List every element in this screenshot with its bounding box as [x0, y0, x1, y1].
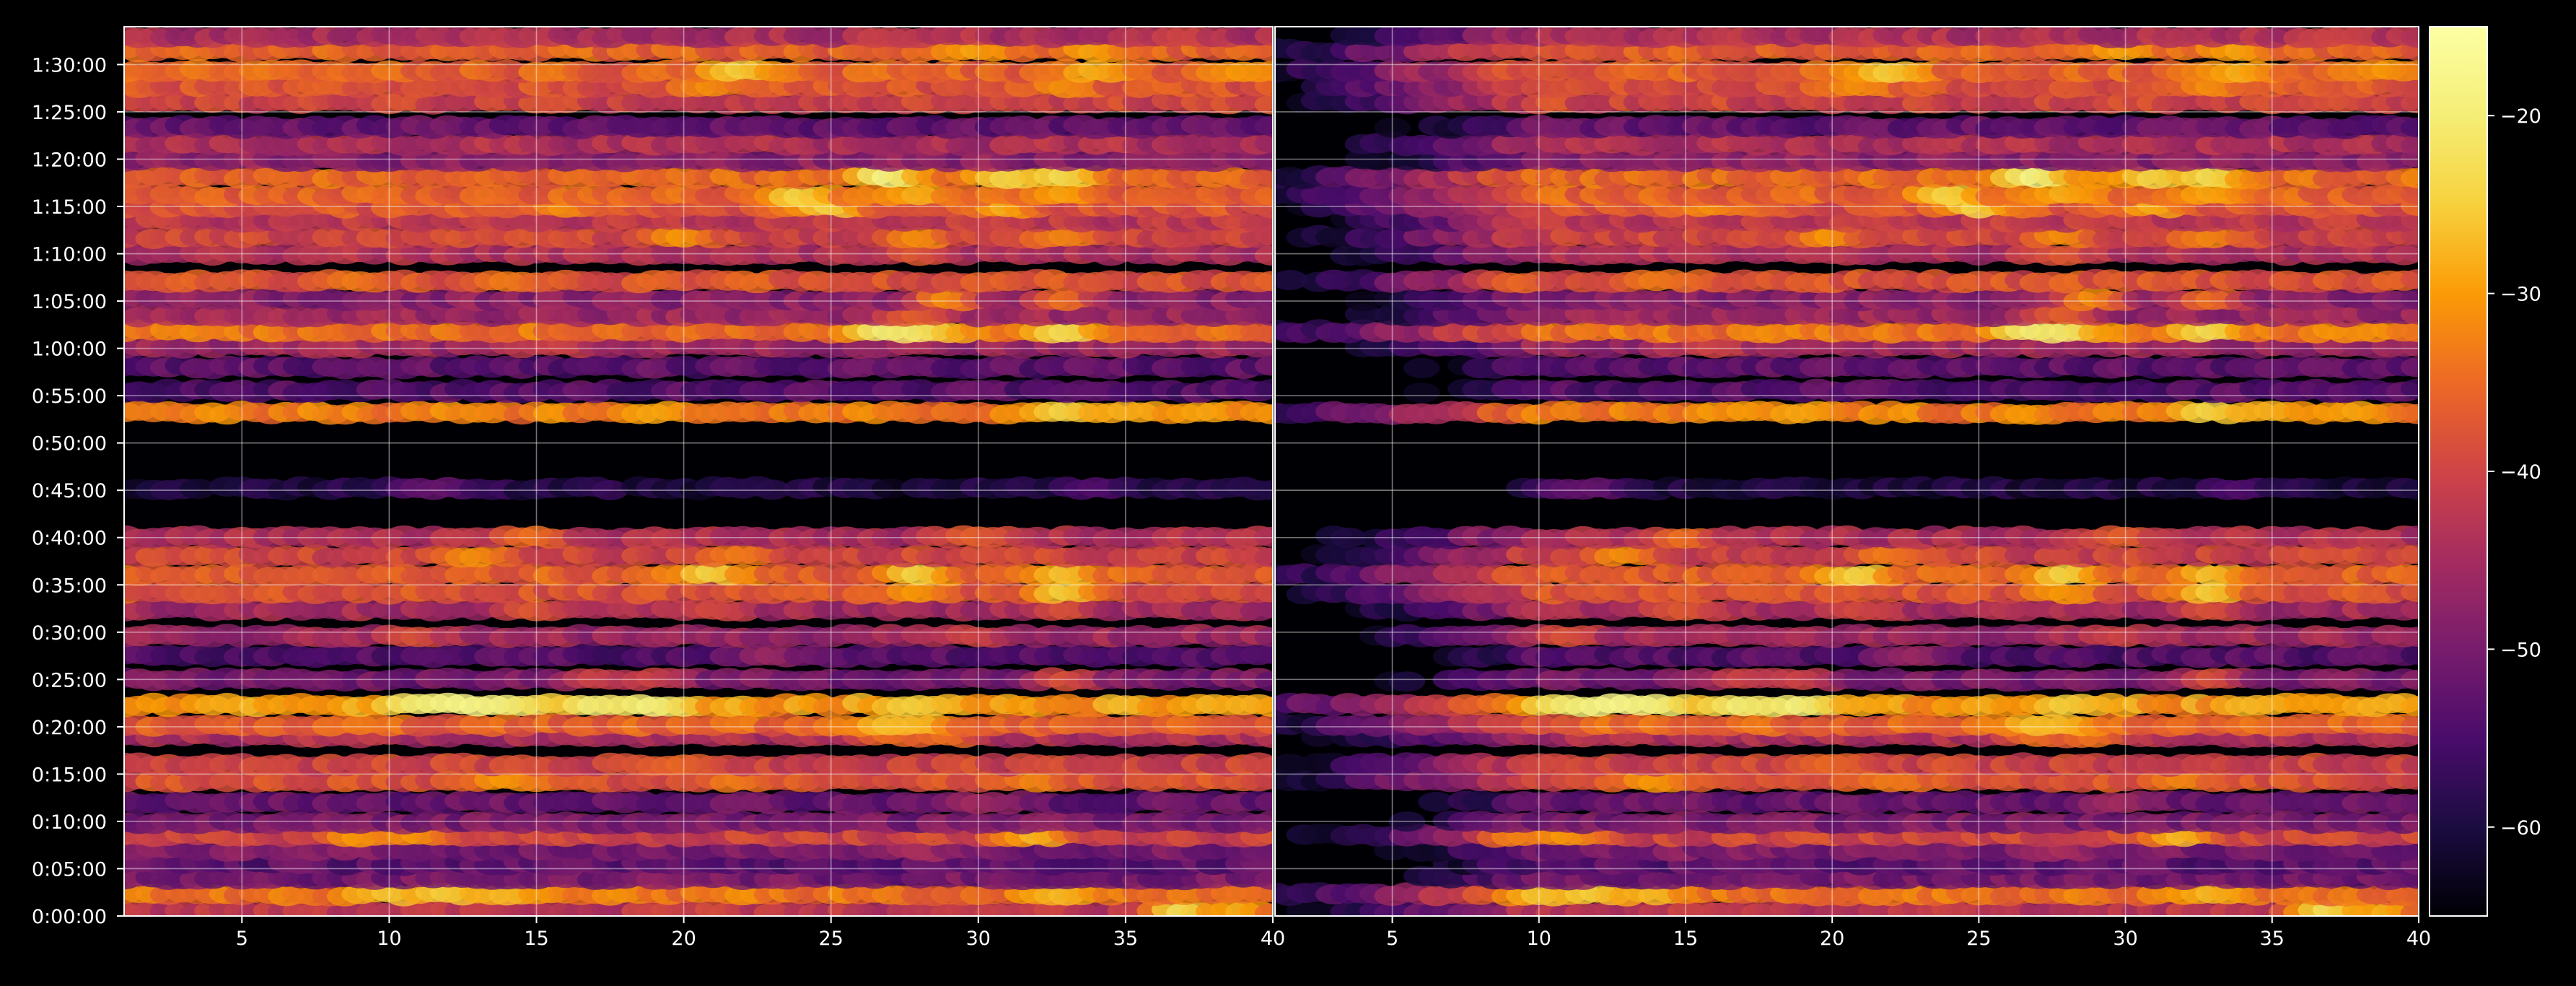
heatmap-cell: [1389, 671, 1425, 691]
heatmap-figure: 0:00:000:05:000:10:000:15:000:20:000:25:…: [0, 0, 2576, 983]
chart-svg: 0:00:000:05:000:10:000:15:000:20:000:25:…: [0, 0, 2576, 983]
left-heatmap-panel: [106, 24, 1292, 923]
right-heatmap-panel: [1257, 24, 2437, 923]
